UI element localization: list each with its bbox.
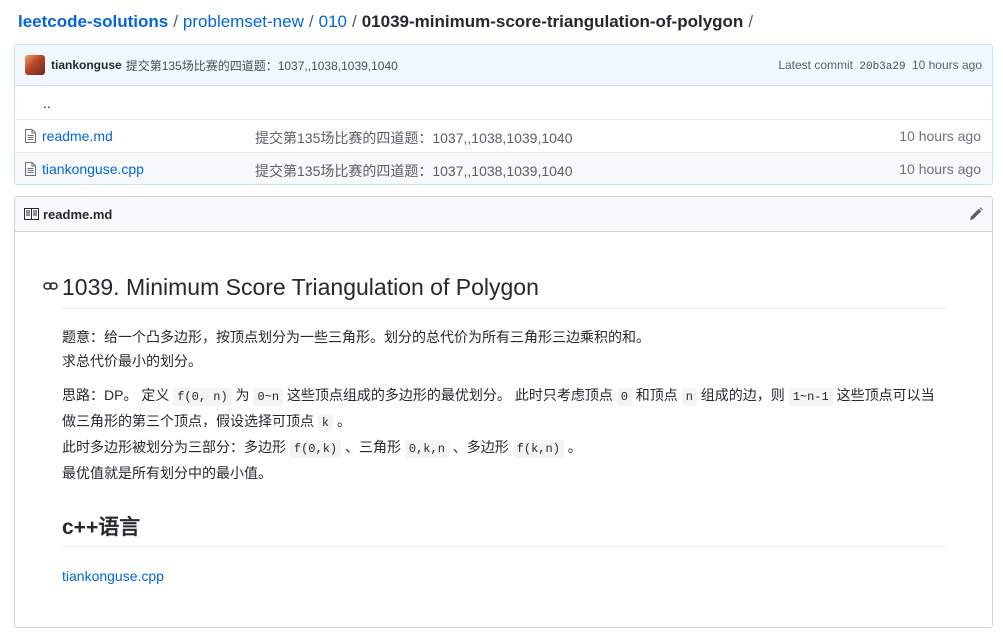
problem-heading-text: 1039. Minimum Score Triangulation of Pol… [62,274,539,300]
readme-panel: readme.md 1039. Minimum Score Triangulat… [14,196,993,628]
file-name-link[interactable]: readme.md [42,128,113,144]
inline-code: 1~n-1 [788,388,833,406]
solution-link-paragraph: tiankonguse.cpp [62,564,946,588]
breadcrumb-separator: / [173,12,178,31]
avatar[interactable] [25,55,45,75]
file-commit-message[interactable]: 提交第135场比赛的四道题：1037,,1038,1039,1040 [255,161,573,181]
breadcrumb-separator: / [351,12,357,31]
readme-title: readme.md [43,206,113,222]
breadcrumb: leetcode-solutions / problemset-new/010/01… [18,11,758,33]
link-icon[interactable] [43,280,59,292]
approach-text: 最优值就是所有划分中的最小值。 [62,465,272,481]
inline-code: f(0,k) [289,440,342,458]
parent-directory-link[interactable]: .. [43,95,51,111]
parent-directory-row[interactable]: .. [15,86,992,119]
inline-code: 0~n [253,388,284,406]
file-commit-message[interactable]: 提交第135场比赛的四道题：1037,,1038,1039,1040 [255,128,573,148]
file-name-link[interactable]: tiankonguse.cpp [42,161,144,177]
description-line: 题意：给一个凸多边形，按顶点划分为一些三角形。划分的总代价为所有三角形三边乘积的… [62,329,650,345]
readme-header: readme.md [15,197,992,232]
problem-heading: 1039. Minimum Score Triangulation of Pol… [43,272,946,309]
file-age: 10 hours ago [899,128,981,144]
readme-content: 1039. Minimum Score Triangulation of Pol… [43,272,946,588]
language-heading: c++语言 [62,514,946,547]
file-listing: tiankonguse 提交第135场比赛的四道题：1037,,1038,103… [14,44,993,185]
solution-file-link[interactable]: tiankonguse.cpp [62,568,164,584]
commit-author-link[interactable]: tiankonguse [51,58,122,72]
approach-text: 思路：DP。 定义 [62,387,174,403]
approach-text: 。 [333,413,351,429]
inline-code: 0 [616,388,632,406]
file-icon [25,162,36,176]
description-line: 求总代价最小的划分。 [62,353,202,369]
file-icon [25,129,36,143]
inline-code: k [317,414,334,432]
breadcrumb-folder-link[interactable]: 010 [319,12,347,31]
commit-message[interactable]: 提交第135场比赛的四道题：1037,,1038,1039,1040 [126,57,398,74]
inline-code: 0,k,n [404,440,449,458]
commit-sha-link[interactable]: 20b3a29 [859,61,905,73]
breadcrumb-separator: / [308,12,314,31]
solution-approach: 思路：DP。 定义 f(0, n) 为 0~n 这些顶点组成的多边形的最优划分。… [62,383,946,485]
inline-code: f(k,n) [512,440,564,458]
inline-code: f(0, n) [173,388,232,406]
approach-text: 。 [563,439,582,455]
latest-commit-info: Latest commit 20b3a29 10 hours ago [778,58,982,73]
approach-text: 、三角形 [341,439,405,455]
approach-text: 组成的边，则 [696,387,789,403]
file-row: tiankonguse.cpp 提交第135场比赛的四道题：1037,,1038… [15,152,992,184]
breadcrumb-current: 01039-minimum-score-triangulation-of-pol… [361,12,744,31]
book-icon [24,208,39,220]
approach-text: 此时多边形被划分为三部分：多边形 [62,439,290,455]
breadcrumb-problemset-link[interactable]: problemset-new [183,12,304,31]
approach-text: 、多边形 [448,439,513,455]
commit-age: 10 hours ago [911,57,982,72]
approach-text: 和顶点 [631,387,682,403]
problem-description: 题意：给一个凸多边形，按顶点划分为一些三角形。划分的总代价为所有三角形三边乘积的… [62,325,946,373]
breadcrumb-repo-link[interactable]: leetcode-solutions [18,12,168,31]
latest-commit-label: Latest commit [778,57,854,72]
pencil-icon[interactable] [969,207,983,221]
approach-text: 这些顶点组成的多边形的最优划分。 此时只考虑顶点 [283,387,617,403]
file-row: readme.md 提交第135场比赛的四道题：1037,,1038,1039,… [15,119,992,152]
approach-text: 为 [231,387,254,403]
inline-code: n [681,388,697,406]
latest-commit-bar: tiankonguse 提交第135场比赛的四道题：1037,,1038,103… [15,45,992,86]
breadcrumb-separator: / [748,12,754,31]
file-age: 10 hours ago [899,161,981,177]
